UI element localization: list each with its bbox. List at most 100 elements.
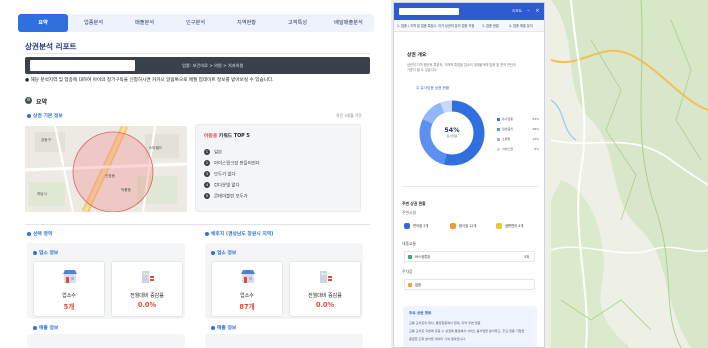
keyword-item: 3 모두가 없다	[204, 171, 236, 178]
rank-badge: 1	[204, 149, 210, 155]
bullet-icon	[33, 325, 37, 330]
report-page: 요약 업종분석 매출분석 인구분석 지역현황 고객특성 배달매출분석 상권분석 …	[0, 0, 385, 348]
hinterland-title: 배후지 (경상남도 창원시 지역)	[205, 230, 273, 237]
legend-swatch	[497, 147, 500, 151]
facility-chip[interactable]: 생활편의 4개	[496, 219, 523, 233]
tab-population[interactable]: 인구분석	[170, 14, 221, 32]
bullet-icon	[27, 231, 31, 236]
key-info-line: 교통 교차로의 위치, 통일업종에서 현대, 지역 주변 업종	[409, 321, 481, 325]
divider	[25, 224, 370, 225]
key-info-line: 종합한 조회 분석을 데이터 기여 결과입니다.	[409, 337, 467, 341]
step-item[interactable]: 2. 지가 상권의 분석 업종 지정	[434, 20, 474, 32]
bullet-icon	[211, 325, 215, 330]
rank-badge: 4	[204, 182, 210, 188]
store-info-title: 업소 정보	[33, 249, 58, 256]
hinterland-label: 배후지 (경상남도 창원시 지역)	[211, 232, 274, 237]
bullet-icon	[33, 250, 37, 255]
redacted-title	[399, 8, 459, 15]
legend-value: 54%	[532, 117, 539, 121]
keyword-item: 5 콘테이블린 모두가	[204, 193, 248, 200]
tab-summary[interactable]: 요약	[18, 14, 68, 32]
bullet-icon	[205, 231, 209, 236]
redacted-address	[30, 60, 135, 71]
panel-section-title: 상권 개요	[407, 53, 427, 58]
chip-label: 생활편의	[505, 224, 518, 228]
header-report-link[interactable]: 리포트	[512, 3, 522, 20]
map-label: 덕풍동	[121, 188, 131, 192]
map-view[interactable]: 리포트 – × 1. 업종 / 지역 및 업종 특정 2. 지가 상권의 분석 …	[391, 0, 708, 348]
legend-item: 일반음식 28%	[497, 127, 539, 133]
store-count-card: 업소수 87개	[211, 261, 283, 317]
legend-item: 서비스업 6%	[497, 147, 539, 153]
chip-label: 음식점	[459, 224, 469, 228]
sales-info-label: 매출 정보	[217, 326, 237, 331]
area-map[interactable]: 하남시 신장동 덕풍동 스타필드 강동구	[25, 126, 187, 212]
nearby-section-sub: 주변시설	[402, 210, 416, 215]
keyword-item: 2 아이스링크장 만들어진다	[204, 160, 260, 167]
keyword-title-highlight: 아동용	[204, 134, 218, 139]
store-icon	[63, 270, 77, 283]
map-label: 신장동	[105, 174, 115, 178]
bus-stop-field[interactable]: 버스정류장 3개	[404, 251, 535, 262]
panel-header: 리포트 – ×	[394, 3, 544, 20]
step-indicator: 1. 업종 / 지역 및 업종 특정 2. 지가 상권의 분석 업종 지정 3.…	[394, 20, 544, 32]
step-item[interactable]: 1. 업종 / 지역 및 업종 특정	[397, 20, 434, 32]
rank-badge: 2	[204, 160, 210, 166]
tab-industry[interactable]: 업종분석	[68, 14, 119, 32]
legend-swatch	[497, 137, 500, 141]
field-value: 3개	[523, 255, 529, 259]
facility-chip[interactable]: 편의점 3개	[404, 219, 428, 233]
tab-delivery[interactable]: 배달매출분석	[323, 14, 374, 32]
card-value: 0.0%	[137, 301, 157, 309]
donut-sub: 유사업종	[446, 134, 458, 138]
store-info-panel: 업소 정보 업소수 5개 전월대비 증감률 0.0%	[27, 243, 185, 319]
change-rate-card: 전월대비 증감률 0.0%	[111, 261, 183, 317]
store-icon	[241, 270, 255, 283]
selected-area-title: 선택 영역	[27, 230, 52, 237]
facility-chip[interactable]: 음식점 12개	[450, 219, 476, 233]
card-value: 87개	[239, 303, 255, 311]
keyword-text: 아이스링크장 만들어진다	[214, 161, 260, 167]
parking-field[interactable]: 없음	[404, 279, 535, 290]
store-info-title: 업소 정보	[211, 249, 236, 256]
chip-count: 12개	[469, 224, 477, 228]
key-info-title: 주요 상권 정보	[409, 311, 432, 315]
sales-info-title: 매출 정보	[211, 324, 236, 331]
facility-chips: 편의점 3개 음식점 12개 생활편의 4개	[404, 219, 536, 233]
parking-title: 주차장	[402, 269, 413, 274]
address-bar: 업종: 보건의료 > 의원 > 치과의원	[25, 57, 370, 74]
minimize-icon[interactable]: –	[525, 8, 532, 15]
donut-value: 54%	[444, 126, 460, 134]
store-info-label: 업소 정보	[217, 251, 237, 256]
close-icon[interactable]: ×	[534, 8, 541, 15]
keyword-title: 아동용 키워드 TOP 5	[204, 132, 250, 139]
page-title: 상권분석 리포트	[25, 42, 77, 51]
rank-badge: 3	[204, 171, 210, 177]
divider	[25, 53, 370, 54]
transit-title: 대중교통	[402, 241, 416, 246]
legend-swatch	[497, 117, 500, 121]
tab-customer[interactable]: 고객특성	[272, 14, 323, 32]
sales-info-label: 매출 정보	[39, 326, 59, 331]
chip-label: 편의점	[413, 224, 423, 228]
step-item[interactable]: 3. 업종 현황	[482, 20, 499, 32]
legend-item: 소매업 12%	[497, 137, 539, 143]
map-label: 강동구	[41, 138, 51, 142]
basic-info-label: 상권 기본 정보	[33, 114, 63, 119]
map-label: 스타필드	[149, 146, 163, 150]
tab-region[interactable]: 지역현황	[221, 14, 272, 32]
step-item[interactable]: 4. 업종 매출 분석	[509, 20, 533, 32]
keyword-item: 4 런다운빛 없다	[204, 182, 240, 189]
legend-label: 유사업종	[502, 117, 514, 121]
summary-title: 요약	[36, 99, 48, 106]
sales-info-panel	[205, 334, 363, 348]
keyword-title-rest: 키워드 TOP 5	[217, 134, 250, 139]
tab-sales[interactable]: 매출분석	[119, 14, 170, 32]
sales-info-panel	[27, 334, 185, 348]
card-label: 전월대비 증감률	[130, 293, 164, 299]
card-label: 업소수	[62, 293, 76, 299]
legend-label: 일반음식	[502, 127, 514, 131]
field-label: 버스정류장	[415, 255, 431, 259]
legend-value: 28%	[532, 127, 539, 131]
rank-badge: 5	[204, 193, 210, 199]
